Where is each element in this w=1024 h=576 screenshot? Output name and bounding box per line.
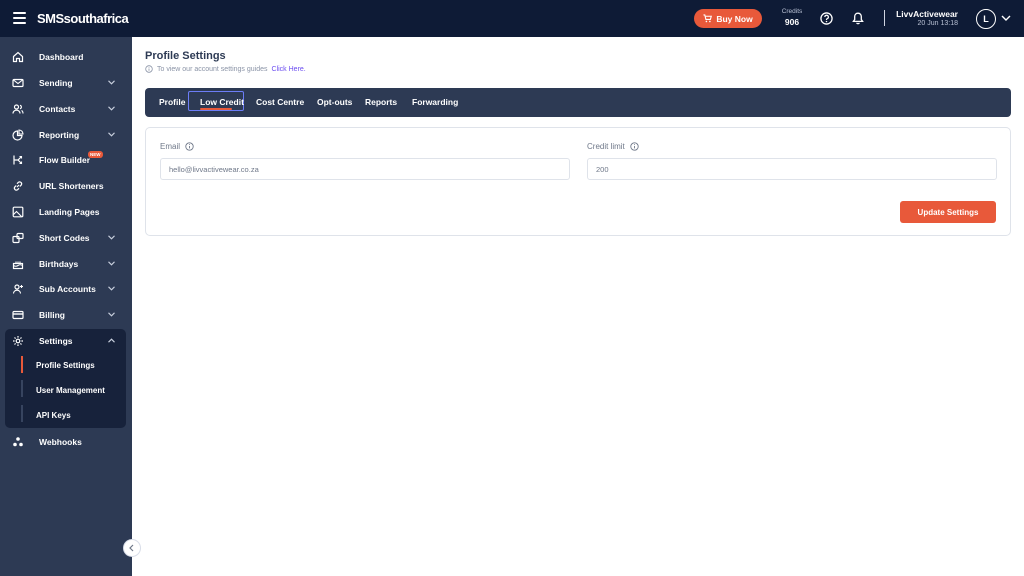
avatar[interactable]: L xyxy=(976,9,996,29)
sidebar-item-label: Sending xyxy=(39,78,73,88)
info-icon[interactable] xyxy=(185,142,194,151)
chart-pie-icon xyxy=(12,129,24,141)
sidebar-item-label: Sub Accounts xyxy=(39,284,96,294)
sidebar-item-label: Birthdays xyxy=(39,259,79,269)
sidebar-item-url-shorteners[interactable]: URL Shorteners xyxy=(6,175,125,197)
sidebar-item-reporting[interactable]: Reporting xyxy=(6,124,125,146)
sub-indicator xyxy=(21,380,23,397)
credit-limit-field[interactable] xyxy=(587,158,997,180)
email-label: Email xyxy=(160,142,194,151)
sidebar-item-settings[interactable]: Settings xyxy=(6,330,125,352)
sidebar-subitem-profile-settings[interactable]: Profile Settings xyxy=(36,361,95,370)
sidebar-item-dashboard[interactable]: Dashboard xyxy=(6,46,125,68)
cake-icon xyxy=(12,261,24,270)
chevron-down-icon xyxy=(108,80,115,85)
user-name[interactable]: LivvActivewear xyxy=(896,9,958,19)
info-icon xyxy=(145,65,153,73)
flow-icon xyxy=(13,155,23,165)
gear-icon xyxy=(13,336,23,346)
chevron-up-icon xyxy=(108,338,115,343)
credit-card-icon xyxy=(12,310,24,320)
header-divider xyxy=(884,10,885,26)
sidebar-item-label: Landing Pages xyxy=(39,207,100,217)
hamburger-menu-icon[interactable] xyxy=(13,12,26,24)
chevron-down-icon xyxy=(108,312,115,317)
active-tab-underline xyxy=(200,108,232,110)
top-bar: SMSsouthafrica Buy Now Credits 906 LivvA… xyxy=(0,0,1024,37)
sidebar-subitem-user-management[interactable]: User Management xyxy=(36,386,105,395)
sidebar-item-webhooks[interactable]: Webhooks xyxy=(6,431,125,453)
sub-indicator xyxy=(21,405,23,422)
info-line: To view our account settings guides Clic… xyxy=(145,65,306,73)
link-icon xyxy=(13,181,23,191)
credit-limit-label: Credit limit xyxy=(587,142,639,151)
sidebar-item-label: Dashboard xyxy=(39,52,84,62)
sidebar-item-label: Flow Builder xyxy=(39,155,90,165)
home-icon xyxy=(12,51,24,63)
sidebar-item-landing-pages[interactable]: Landing Pages xyxy=(6,201,125,223)
sidebar-item-label: Short Codes xyxy=(39,233,90,243)
sidebar-item-short-codes[interactable]: Short Codes xyxy=(6,227,125,249)
settings-tabs: Profile Low Credit Cost Centre Opt-outs … xyxy=(145,88,1011,117)
sidebar-item-contacts[interactable]: Contacts xyxy=(6,98,125,120)
cart-icon xyxy=(703,14,713,23)
image-icon xyxy=(12,206,24,218)
sidebar-collapse-button[interactable] xyxy=(123,539,141,557)
app-logo[interactable]: SMSsouthafrica xyxy=(37,11,129,26)
guides-link[interactable]: Click Here. xyxy=(272,66,306,73)
low-credit-form: Email Credit limit Update Settings xyxy=(145,127,1011,236)
credits-value: 906 xyxy=(784,17,800,27)
sidebar-item-label: Contacts xyxy=(39,104,76,114)
sidebar-item-label: Settings xyxy=(39,336,73,346)
webhook-icon xyxy=(13,437,23,447)
sidebar-item-birthdays[interactable]: Birthdays xyxy=(6,253,125,275)
email-label-text: Email xyxy=(160,142,181,151)
sidebar-item-label: URL Shorteners xyxy=(39,181,104,191)
user-date: 20 Jun 13:18 xyxy=(917,20,958,27)
tab-cost-centre[interactable]: Cost Centre xyxy=(256,97,304,107)
sub-indicator-active xyxy=(21,356,23,373)
chevron-down-icon xyxy=(108,286,115,291)
info-text: To view our account settings guides xyxy=(157,65,268,73)
sidebar: Dashboard Sending Contacts Reporting Flo… xyxy=(0,37,132,576)
chevron-down-icon xyxy=(108,106,115,111)
new-badge: NEW xyxy=(88,151,103,158)
sidebar-subitem-api-keys[interactable]: API Keys xyxy=(36,411,71,420)
chevron-down-icon xyxy=(108,261,115,266)
info-icon[interactable] xyxy=(630,142,639,151)
sidebar-item-label: Billing xyxy=(39,310,65,320)
credit-limit-label-text: Credit limit xyxy=(587,142,625,151)
sidebar-item-label: Webhooks xyxy=(39,437,82,447)
tab-forwarding[interactable]: Forwarding xyxy=(412,97,458,107)
tab-low-credit[interactable]: Low Credit xyxy=(200,97,244,107)
tab-profile[interactable]: Profile xyxy=(159,97,185,107)
tab-opt-outs[interactable]: Opt-outs xyxy=(317,97,352,107)
update-settings-button[interactable]: Update Settings xyxy=(900,201,996,223)
sidebar-item-sending[interactable]: Sending xyxy=(6,72,125,94)
buy-now-label: Buy Now xyxy=(716,13,753,24)
bell-icon[interactable] xyxy=(852,12,864,25)
short-code-icon xyxy=(12,232,24,244)
chevron-down-icon xyxy=(108,132,115,137)
mail-icon xyxy=(12,78,24,88)
page-title: Profile Settings xyxy=(145,50,226,62)
user-plus-icon xyxy=(12,284,23,294)
email-field[interactable] xyxy=(160,158,570,180)
help-icon[interactable] xyxy=(820,12,833,25)
credits-display: Credits 906 xyxy=(774,8,810,27)
credits-label: Credits xyxy=(781,8,803,15)
chevron-left-icon xyxy=(129,544,134,552)
tab-reports[interactable]: Reports xyxy=(365,97,397,107)
chevron-down-icon xyxy=(108,235,115,240)
sidebar-item-billing[interactable]: Billing xyxy=(6,304,125,326)
sidebar-item-label: Reporting xyxy=(39,130,80,140)
sidebar-item-flow-builder[interactable]: Flow Builder NEW xyxy=(6,149,125,171)
buy-now-button[interactable]: Buy Now xyxy=(694,9,762,28)
chevron-down-icon[interactable] xyxy=(1001,14,1011,22)
sidebar-item-sub-accounts[interactable]: Sub Accounts xyxy=(6,278,125,300)
contacts-icon xyxy=(12,104,24,114)
